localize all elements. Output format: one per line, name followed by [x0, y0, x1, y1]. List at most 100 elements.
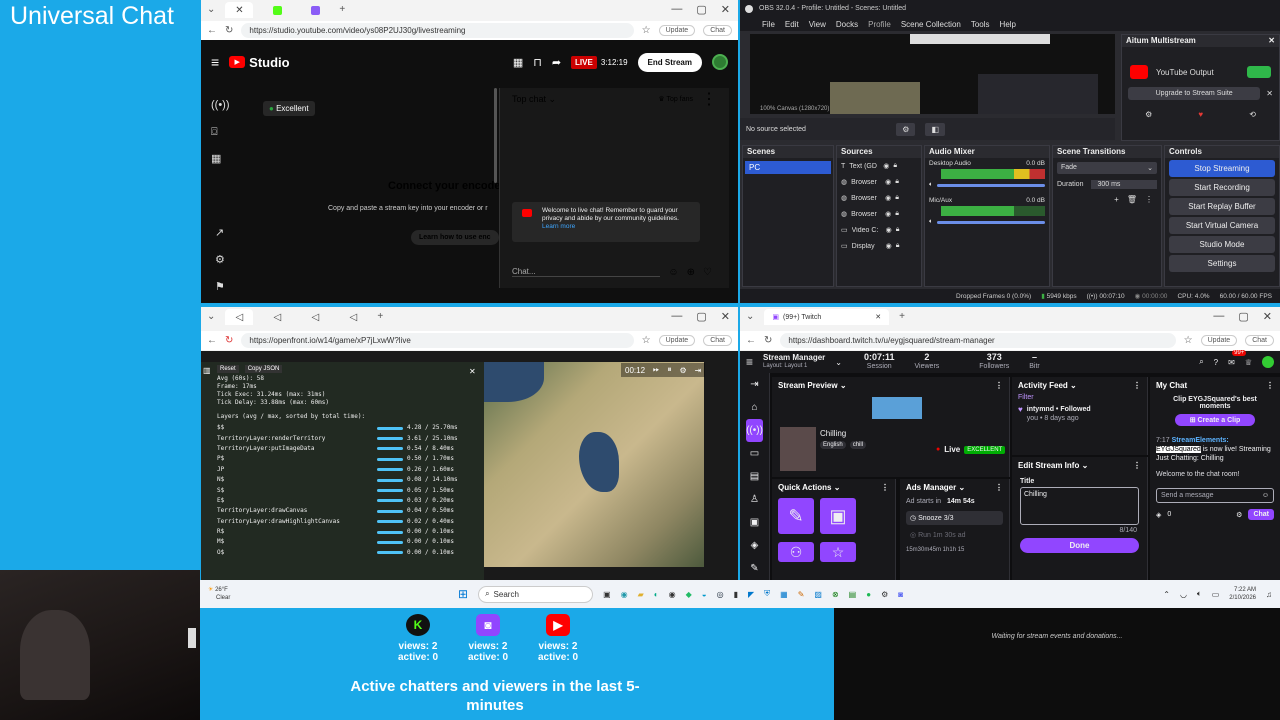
start-recording-button[interactable]: Start Recording	[1169, 179, 1275, 196]
url-field[interactable]: https://dashboard.twitch.tv/u/eygjsquare…	[780, 333, 1176, 348]
menu-scene-collection[interactable]: Scene Collection	[901, 20, 961, 29]
notification-bell-icon[interactable]: ♫	[1266, 590, 1272, 599]
menu-icon[interactable]: ≡	[211, 54, 219, 70]
menu-tools[interactable]: Tools	[971, 20, 990, 29]
upgrade-stream-suite-button[interactable]: Upgrade to Stream Suite	[1128, 87, 1261, 100]
done-button[interactable]: Done	[1020, 538, 1139, 553]
add-transition-icon[interactable]: +	[1114, 195, 1119, 204]
new-tab-icon[interactable]: +	[899, 312, 905, 322]
learn-more-link[interactable]: Learn more	[542, 223, 575, 230]
back-icon[interactable]: ←	[207, 25, 217, 36]
paint-icon[interactable]: ✎	[798, 590, 805, 599]
vscode-icon[interactable]: ◤	[748, 590, 754, 599]
edge-icon[interactable]: ◐	[654, 590, 659, 599]
eye-icon[interactable]: ◉	[885, 210, 891, 218]
feedback-icon[interactable]: ▭	[740, 442, 769, 465]
chill-tag[interactable]: chill	[849, 441, 867, 449]
exit-icon[interactable]: ⇥	[695, 366, 702, 375]
discord-icon[interactable]: ◙	[898, 590, 903, 599]
analytics-icon[interactable]: ▤	[740, 465, 769, 488]
eye-icon[interactable]: ◉	[885, 178, 891, 186]
menu-icon[interactable]: ≡	[746, 355, 753, 369]
tab-kick[interactable]	[263, 2, 291, 18]
eye-icon[interactable]: ◉	[883, 162, 889, 170]
close-icon[interactable]: ✕	[721, 3, 730, 16]
close-icon[interactable]: ✕	[1263, 310, 1272, 323]
settings-icon[interactable]: ⚙	[215, 247, 235, 274]
update-pill[interactable]: Update	[658, 25, 696, 36]
home-icon[interactable]: ⌂	[740, 396, 769, 419]
copilot-chat-pill[interactable]: Chat	[1245, 335, 1274, 346]
title-input[interactable]: Chilling	[1020, 487, 1139, 525]
star-icon[interactable]: ☆	[642, 335, 651, 346]
top-fans-button[interactable]: ♛ Top fans	[658, 95, 693, 103]
menu-docks[interactable]: Docks	[836, 20, 858, 29]
delete-transition-icon[interactable]: 🗑︎	[1127, 195, 1137, 204]
photos-icon[interactable]: ▨	[814, 590, 822, 599]
tab-list-icon[interactable]: ⌄	[207, 312, 215, 322]
lock-icon[interactable]: 🔒︎	[896, 242, 900, 250]
speaker-icon[interactable]: 🔈︎	[929, 181, 933, 189]
transition-select[interactable]: Fade ⌄	[1057, 162, 1157, 174]
new-tab-icon[interactable]: +	[339, 5, 345, 15]
tray-chevron-icon[interactable]: ⌃	[1163, 590, 1170, 599]
reload-icon[interactable]: ↻	[764, 335, 772, 346]
back-icon[interactable]: ←	[746, 335, 756, 346]
avatar[interactable]	[712, 54, 728, 70]
upgrade-close-icon[interactable]: ✕	[1266, 89, 1273, 98]
tab-twitch[interactable]: ▣ (99+) Twitch ✕	[764, 309, 890, 325]
heart-icon[interactable]: ♡	[703, 267, 712, 278]
weather-widget[interactable]: ☀ 26°F Clear	[208, 586, 448, 602]
obs-icon[interactable]: ◉	[669, 590, 676, 599]
source-item[interactable]: T Text (GD ◉ 🔒︎	[837, 158, 921, 174]
collapse-icon[interactable]: ⇥	[740, 373, 769, 396]
steam-icon[interactable]: ◎	[717, 590, 724, 599]
start-virtual-camera-button[interactable]: Start Virtual Camera	[1169, 217, 1275, 234]
content-icon[interactable]: ▣	[740, 511, 769, 534]
minimize-icon[interactable]: —	[671, 310, 682, 323]
snooze-button[interactable]: ◷ Snooze 3/3	[906, 511, 1003, 525]
multistream-settings-icon[interactable]: ⚙	[1145, 110, 1152, 119]
menu-view[interactable]: View	[809, 20, 826, 29]
panel-more-icon[interactable]: ⋮	[1133, 381, 1141, 390]
tab-muted[interactable]: ◁	[339, 309, 367, 325]
url-field[interactable]: https://openfront.io/w14/game/xP7jLxwW?l…	[241, 333, 634, 348]
feedback-icon[interactable]: ⚑	[215, 274, 235, 301]
preview-thumbnail[interactable]	[872, 397, 922, 419]
start-replay-buffer-button[interactable]: Start Replay Buffer	[1169, 198, 1275, 215]
menu-profile[interactable]: Profile	[868, 20, 891, 29]
pause-icon[interactable]: ⏸︎	[667, 365, 671, 375]
maximize-icon[interactable]: ▢	[696, 310, 706, 323]
maximize-icon[interactable]: ▢	[696, 3, 706, 16]
highlight-action-icon[interactable]: ☆	[820, 542, 856, 562]
emote-icon[interactable]: ☺	[1262, 492, 1269, 499]
clip-action-icon[interactable]: ▣	[820, 498, 856, 534]
main-scrollbar[interactable]	[494, 88, 497, 183]
stream-manager-icon[interactable]: ((•))	[746, 419, 763, 442]
reload-icon[interactable]: ↻	[225, 25, 233, 36]
minimize-icon[interactable]: —	[671, 3, 682, 16]
notifications-icon[interactable]: ✉ 99+	[1228, 349, 1247, 367]
help-icon[interactable]: ?	[1214, 358, 1218, 367]
community-icon[interactable]: ♙	[740, 488, 769, 511]
layout-dropdown-icon[interactable]: ⌄	[835, 358, 842, 367]
lock-icon[interactable]: 🔒︎	[895, 210, 899, 218]
terminal-icon[interactable]: ▮	[734, 590, 738, 599]
clock[interactable]: 7:22 AM 2/10/2026	[1229, 586, 1256, 602]
lock-icon[interactable]: 🔒︎	[893, 162, 897, 170]
app-icon[interactable]: ◆	[686, 590, 692, 599]
stats-icon[interactable]: ▥	[203, 366, 211, 375]
studio-mode-button[interactable]: Studio Mode	[1169, 236, 1275, 253]
chat-settings-icon[interactable]: ⚙	[1236, 511, 1242, 519]
stop-streaming-button[interactable]: Stop Streaming	[1169, 160, 1275, 177]
task-view-icon[interactable]: ▣	[603, 590, 611, 599]
external-link-icon[interactable]: ↗	[215, 220, 235, 247]
tab-active[interactable]: ✕	[225, 2, 254, 18]
tab-list-icon[interactable]: ⌄	[207, 5, 215, 15]
source-item[interactable]: ▭ Video C: ◉ 🔒︎	[837, 222, 921, 238]
tab-muted[interactable]: ◁	[263, 309, 291, 325]
chat-send-button[interactable]: Chat	[1248, 509, 1274, 520]
eye-icon[interactable]: ◉	[886, 242, 892, 250]
panel-more-icon[interactable]: ⋮	[1133, 461, 1141, 470]
xbox-icon[interactable]: ⊗	[832, 590, 839, 599]
